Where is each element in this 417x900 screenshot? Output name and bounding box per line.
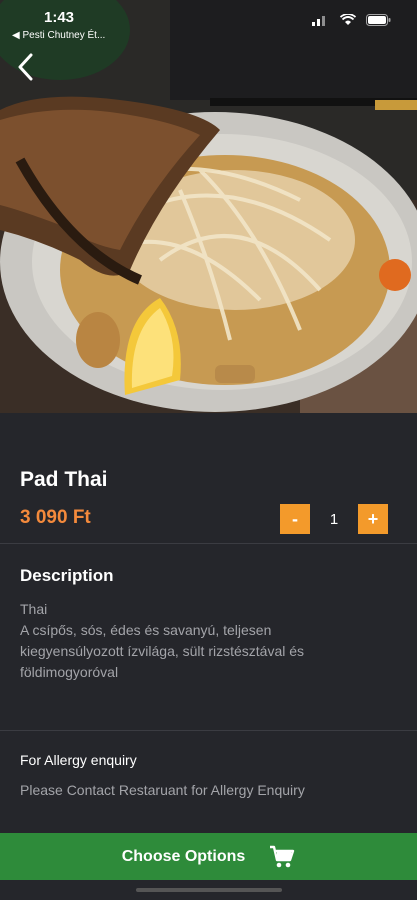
product-price: 3 090 Ft (20, 507, 91, 528)
signal-icon (312, 16, 325, 26)
status-time: 1:43 (44, 9, 75, 26)
allergy-heading: For Allergy enquiry (20, 752, 137, 768)
status-icons (312, 14, 391, 26)
increase-quantity-button[interactable]: + (358, 504, 388, 534)
cart-icon (270, 845, 295, 867)
decrease-quantity-button[interactable]: - (280, 504, 310, 534)
home-indicator (136, 888, 282, 892)
description-text: A csípős, sós, édes és savanyú, teljesen… (20, 622, 305, 680)
divider (0, 730, 417, 731)
divider (0, 543, 417, 544)
pad-thai-photo (0, 0, 417, 413)
status-bar: 1:43 ◀ Pesti Chutney Ét... (0, 0, 417, 48)
choose-options-button[interactable]: Choose Options (0, 833, 417, 880)
description-category: Thai (20, 601, 48, 617)
back-button[interactable] (10, 50, 40, 84)
hero-image (0, 0, 417, 413)
product-name: Pad Thai (20, 468, 108, 491)
wifi-icon (340, 14, 356, 25)
description-heading: Description (20, 566, 114, 585)
battery-icon (366, 14, 391, 26)
product-details: Pad Thai 3 090 Ft - 1 + Description Thai… (0, 413, 417, 900)
quantity-value: 1 (329, 510, 339, 528)
back-to-app-link[interactable]: ◀ Pesti Chutney Ét... (12, 30, 105, 41)
allergy-text: Please Contact Restaruant for Allergy En… (20, 782, 305, 798)
choose-options-label: Choose Options (121, 847, 246, 865)
quantity-stepper: - 1 + (280, 504, 388, 534)
chevron-left-icon (18, 53, 33, 81)
